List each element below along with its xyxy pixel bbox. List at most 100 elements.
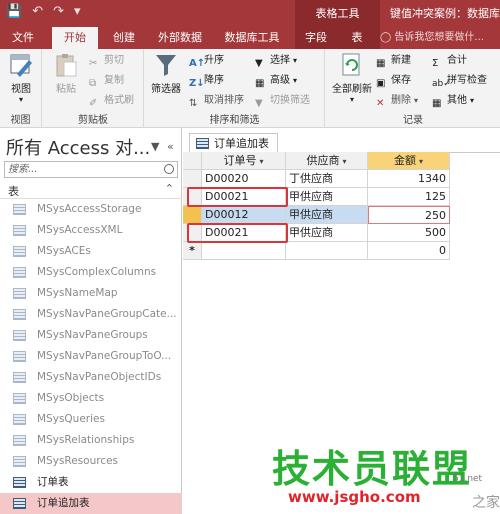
delete-record-button[interactable]: ✕ 删除 ▾ — [376, 92, 418, 110]
tab-database-tools[interactable]: 数据库工具 — [216, 27, 288, 49]
refresh-all-button[interactable]: 全部刷新 ▾ — [330, 52, 374, 104]
search-input[interactable]: 搜索... — [4, 161, 178, 178]
table-icon — [13, 414, 26, 425]
chevron-down-icon: ▾ — [293, 76, 298, 85]
column-header[interactable]: 金额 ▾ — [368, 152, 450, 170]
totals-button[interactable]: Σ 合计 — [432, 52, 467, 70]
column-header[interactable]: 订单号 ▾ — [202, 152, 286, 170]
table-cell[interactable]: D00012 — [202, 206, 286, 224]
navigation-pane-header[interactable]: 所有 Access 对... ▼ « — [0, 131, 182, 159]
table-cell[interactable]: 甲供应商 — [286, 206, 368, 224]
nav-item-msysaces[interactable]: MSysACEs — [0, 241, 182, 262]
navigation-pane: 所有 Access 对... ▼ « 搜索... 表 ⌃ MSysAccessS… — [0, 128, 182, 514]
table-cell[interactable]: 0 — [368, 242, 450, 260]
document-tab[interactable]: 订单追加表 — [189, 133, 278, 152]
nav-item-orders-append-table[interactable]: 订单追加表 — [0, 493, 182, 514]
table-cell[interactable]: 甲供应商 — [286, 224, 368, 242]
chevron-down-icon[interactable]: ▾ — [342, 157, 346, 166]
remove-sort-icon: ⇅ — [189, 98, 198, 109]
new-row-marker[interactable]: * — [183, 242, 202, 260]
copy-button[interactable]: ⧉ 复制 — [89, 72, 124, 90]
nav-item-msyscomplexcolumns[interactable]: MSysComplexColumns — [0, 262, 182, 283]
nav-item-msysnavpanegroups[interactable]: MSysNavPaneGroups — [0, 325, 182, 346]
nav-item-orders-table[interactable]: 订单表 — [0, 472, 182, 493]
tab-external-data[interactable]: 外部数据 — [150, 27, 210, 49]
table-cell[interactable]: 丁供应商 — [286, 170, 368, 188]
table-cell[interactable]: 500 — [368, 224, 450, 242]
nav-item-msysqueries[interactable]: MSysQueries — [0, 409, 182, 430]
nav-item-msysnamemap[interactable]: MSysNameMap — [0, 283, 182, 304]
navigation-pane-title[interactable]: 所有 Access 对... — [6, 134, 150, 160]
tab-fields[interactable]: 字段 — [296, 27, 336, 49]
table-cell[interactable]: D00020 — [202, 170, 286, 188]
editing-cell[interactable]: 250 — [368, 206, 450, 224]
title-bar: 💾 ↶ ↷ ▾ 表格工具 键值冲突案例：数据库- — [0, 0, 500, 27]
table-icon — [13, 477, 26, 488]
tell-me-box[interactable]: ◯ 告诉我您想要做什... — [380, 27, 484, 49]
advanced-button[interactable]: ▦ 高级 ▾ — [255, 72, 297, 90]
chevron-down-icon[interactable]: ▾ — [259, 157, 263, 166]
table-icon — [13, 288, 26, 299]
nav-item-msysaccessxml[interactable]: MSysAccessXML — [0, 220, 182, 241]
nav-group-label: 表 — [8, 185, 19, 198]
view-group: 视图 ▾ 视图 — [0, 49, 42, 128]
duplicate-key-highlight — [187, 187, 288, 207]
nav-item-msysrelationships[interactable]: MSysRelationships — [0, 430, 182, 451]
more-button[interactable]: ▦ 其他 ▾ — [432, 92, 474, 110]
view-button[interactable]: 视图 ▾ — [4, 52, 38, 104]
shutter-bar-close-icon[interactable]: « — [167, 140, 174, 153]
undo-icon[interactable]: ↶ — [32, 4, 43, 19]
table-icon — [13, 267, 26, 278]
redo-icon[interactable]: ↷ — [53, 4, 64, 19]
duplicate-key-highlight — [187, 223, 288, 243]
table-icon — [13, 246, 26, 257]
records-group: 全部刷新 ▾ ▦ 新建 ▣ 保存 ✕ 删除 ▾ Σ 合计 ab✓ 拼写检查 ▦ 其他 ▾ 记录 — [326, 49, 500, 128]
watermark-url: www.jsgho.com — [288, 488, 421, 506]
nav-group-tables[interactable]: 表 ⌃ — [0, 181, 182, 199]
customize-qat-icon[interactable]: ▾ — [74, 4, 81, 19]
collapse-icon[interactable]: ⌃ — [165, 182, 174, 195]
funnel-icon — [156, 55, 176, 76]
filter-button[interactable]: 筛选器 — [149, 52, 183, 95]
table-cell[interactable]: 甲供应商 — [286, 188, 368, 206]
row-selector[interactable] — [183, 170, 202, 188]
select-all-corner[interactable] — [183, 152, 202, 170]
paste-button[interactable]: 粘贴 — [49, 52, 83, 95]
current-row-selector[interactable] — [183, 206, 202, 224]
spelling-check-icon: ab✓ — [432, 79, 451, 89]
chevron-down-icon: ▾ — [349, 95, 354, 104]
nav-item-msysnavpanegroupcategories[interactable]: MSysNavPaneGroupCate... — [0, 304, 182, 325]
tab-create[interactable]: 创建 — [104, 27, 144, 49]
new-record-icon: ▦ — [376, 58, 386, 69]
table-cell[interactable] — [286, 242, 368, 260]
column-header[interactable]: 供应商 ▾ — [286, 152, 368, 170]
format-painter-button[interactable]: ✐ 格式刷 — [89, 92, 134, 110]
nav-item-msysresources[interactable]: MSysResources — [0, 451, 182, 472]
chevron-down-icon[interactable]: ▼ — [151, 140, 159, 153]
tab-home[interactable]: 开始 — [52, 27, 98, 49]
chevron-down-icon[interactable]: ▾ — [419, 157, 423, 166]
sort-descending-button[interactable]: Z↓ 降序 — [189, 72, 224, 90]
tab-table[interactable]: 表 — [340, 27, 374, 49]
table-cell[interactable] — [202, 242, 286, 260]
nav-item-msysobjects[interactable]: MSysObjects — [0, 388, 182, 409]
table-cell[interactable]: 125 — [368, 188, 450, 206]
selection-button[interactable]: ▼ 选择 ▾ — [255, 52, 297, 70]
search-icon — [164, 164, 174, 174]
tab-file[interactable]: 文件 — [0, 27, 46, 49]
sort-ascending-button[interactable]: A↑ 升序 — [189, 52, 224, 70]
cut-button[interactable]: ✂ 剪切 — [89, 52, 124, 70]
table-cell[interactable]: 1340 — [368, 170, 450, 188]
remove-sort-button[interactable]: ⇅ 取消排序 — [189, 92, 244, 110]
nav-item-msysnavpaneobjectids[interactable]: MSysNavPaneObjectIDs — [0, 367, 182, 388]
new-record-button[interactable]: ▦ 新建 — [376, 52, 411, 70]
sigma-icon: Σ — [432, 58, 439, 69]
nav-item-msysnavpanegrouptoobjects[interactable]: MSysNavPaneGroupToO... — [0, 346, 182, 367]
spelling-button[interactable]: ab✓ 拼写检查 — [432, 72, 487, 90]
save-record-button[interactable]: ▣ 保存 — [376, 72, 411, 90]
toggle-filter-button[interactable]: ▼ 切换筛选 — [255, 92, 310, 110]
save-icon[interactable]: 💾 — [6, 4, 22, 19]
scissors-icon: ✂ — [89, 58, 98, 69]
watermark-logo: 技术员联盟 — [272, 447, 473, 491]
nav-item-msysaccessstorage[interactable]: MSysAccessStorage — [0, 199, 182, 220]
